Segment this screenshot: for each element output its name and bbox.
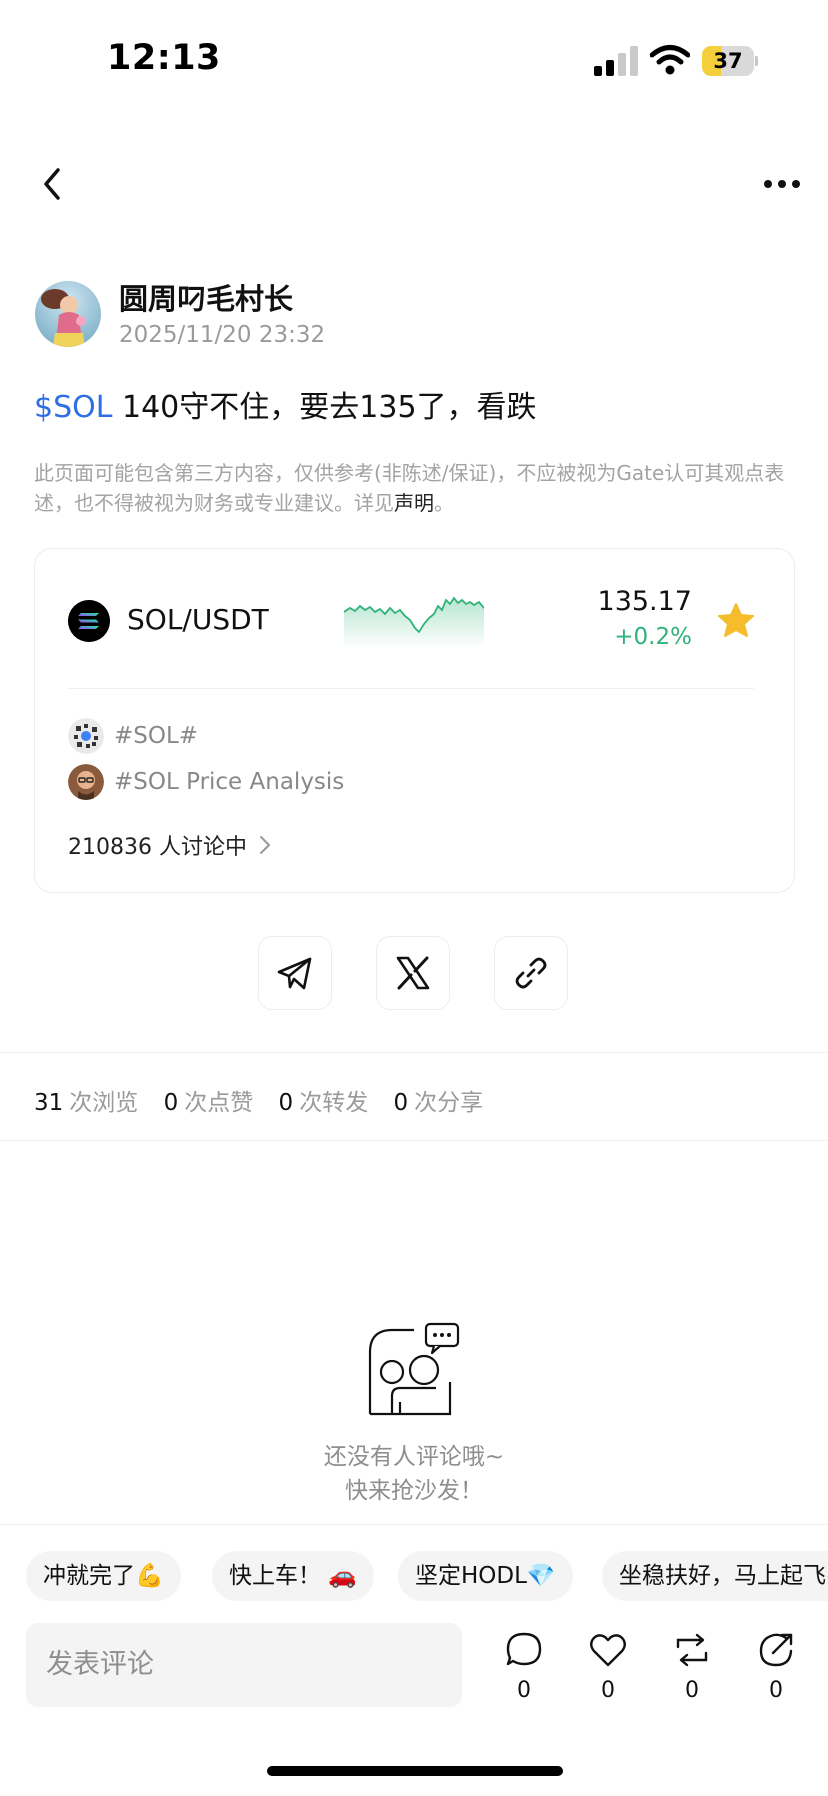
- divider: [0, 1140, 828, 1141]
- discussion-count[interactable]: 210836 人讨论中: [68, 829, 247, 861]
- share-telegram-button[interactable]: [258, 936, 332, 1010]
- like-count: 0: [601, 1678, 615, 1703]
- topic-item[interactable]: #SOL#: [68, 718, 198, 754]
- share-button[interactable]: 0: [754, 1630, 798, 1703]
- post-text: 140守不住，要去135了，看跌: [112, 390, 537, 425]
- share-x-button[interactable]: [376, 936, 450, 1010]
- market-change: +0.2%: [614, 624, 692, 650]
- x-logo-icon: [396, 956, 430, 990]
- topic-icon: [68, 764, 104, 800]
- repost-count: 0: [685, 1678, 699, 1703]
- copy-link-button[interactable]: [494, 936, 568, 1010]
- quick-reply-overflow: 坐稳扶好，马上起飞🚀: [602, 1551, 828, 1601]
- empty-comments-text: 还没有人评论哦~ 快来抢沙发！: [264, 1440, 564, 1508]
- wifi-icon: [650, 45, 690, 75]
- comment-icon: [506, 1632, 542, 1666]
- share-count: 0: [769, 1678, 783, 1703]
- link-icon: [515, 957, 547, 989]
- topic-icon: [68, 718, 104, 754]
- sparkline-chart: [344, 596, 484, 648]
- divider: [0, 1052, 828, 1053]
- divider: [0, 1524, 828, 1525]
- empty-comments-illustration: [368, 1322, 460, 1416]
- quick-reply-chip[interactable]: 坐稳扶好，马上起飞🚀: [602, 1551, 828, 1601]
- quick-reply-chip[interactable]: 快上车！ 🚗: [212, 1551, 374, 1601]
- chevron-right-icon: [260, 836, 270, 854]
- views-count: 31: [34, 1090, 64, 1116]
- comment-button[interactable]: 0: [502, 1630, 546, 1703]
- topic-label: #SOL#: [114, 723, 199, 749]
- signal-icon: [594, 46, 638, 76]
- empty-line-1: 还没有人评论哦~: [323, 1444, 505, 1470]
- back-icon[interactable]: [36, 164, 68, 204]
- star-icon[interactable]: [716, 602, 756, 640]
- topic-item[interactable]: #SOL Price Analysis: [68, 764, 344, 800]
- battery-level: 37: [713, 49, 743, 73]
- share-icon: [759, 1633, 793, 1667]
- market-pair: SOL/USDT: [127, 603, 269, 636]
- status-time: 12:13: [107, 38, 221, 78]
- disclaimer-link[interactable]: 声明: [394, 491, 434, 515]
- post-content: $SOL 140守不住，要去135了，看跌: [34, 382, 537, 426]
- quick-reply-chip[interactable]: 冲就完了💪: [26, 1551, 181, 1601]
- likes-label: 次点赞: [184, 1090, 254, 1116]
- like-icon: [590, 1634, 626, 1667]
- home-indicator: [267, 1766, 563, 1776]
- author-name[interactable]: 圆周叼毛村长: [119, 276, 293, 318]
- disclaimer-end: 。: [434, 491, 454, 515]
- comment-input[interactable]: 发表评论: [26, 1623, 462, 1707]
- reposts-label: 次转发: [299, 1090, 369, 1116]
- market-price: 135.17: [597, 586, 692, 617]
- likes-count: 0: [163, 1090, 179, 1116]
- shares-label: 次分享: [414, 1090, 484, 1116]
- disclaimer: 此页面可能包含第三方内容，仅供参考(非陈述/保证)，不应被视为Gate认可其观点…: [34, 458, 796, 518]
- discussion-number: 210836: [68, 835, 152, 860]
- like-button[interactable]: 0: [586, 1630, 630, 1703]
- discussion-label: 人讨论中: [151, 835, 247, 860]
- card-divider: [68, 688, 754, 689]
- shares-count: 0: [393, 1090, 409, 1116]
- more-icon[interactable]: [762, 172, 802, 196]
- sol-logo-icon: [68, 600, 110, 642]
- comment-count: 0: [517, 1678, 531, 1703]
- ticker-link[interactable]: $SOL: [34, 390, 112, 425]
- repost-button[interactable]: 0: [670, 1630, 714, 1703]
- empty-line-2: 快来抢沙发！: [345, 1478, 483, 1504]
- views-label: 次浏览: [69, 1090, 139, 1116]
- battery-icon: 37: [702, 46, 758, 76]
- reposts-count: 0: [278, 1090, 294, 1116]
- telegram-icon: [277, 957, 312, 990]
- author-avatar[interactable]: [35, 281, 101, 347]
- post-date: 2025/11/20 23:32: [119, 322, 326, 348]
- repost-icon: [676, 1633, 708, 1667]
- quick-reply-chip[interactable]: 坚定HODL💎: [398, 1551, 573, 1601]
- post-stats: 31 次浏览 0 次点赞 0 次转发 0 次分享: [34, 1083, 501, 1117]
- topic-label: #SOL Price Analysis: [114, 769, 345, 795]
